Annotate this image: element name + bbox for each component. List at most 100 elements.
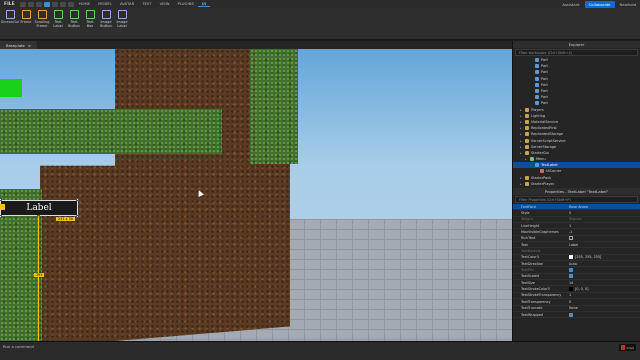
- property-value[interactable]: 0: [569, 300, 640, 304]
- property-value[interactable]: 1: [569, 293, 640, 297]
- assistant-button[interactable]: Assistant: [562, 2, 579, 7]
- play-icon[interactable]: [43, 1, 50, 7]
- insert-text-button-button[interactable]: Text Button: [67, 10, 81, 37]
- property-name: MaxVisibleGraphemes: [521, 230, 559, 235]
- property-value[interactable]: [255, 255, 255]: [569, 255, 640, 260]
- color-swatch[interactable]: [569, 287, 573, 292]
- instance-icon: [540, 169, 544, 174]
- user-menu[interactable]: Newhold: [620, 2, 636, 7]
- color-swatch[interactable]: [569, 255, 573, 260]
- checkbox[interactable]: [569, 274, 573, 279]
- tab-plugins[interactable]: PLUGINS: [174, 1, 198, 7]
- instance-icon: [525, 175, 529, 180]
- property-row[interactable]: TextWrapped: [513, 312, 640, 319]
- instance-icon: [535, 101, 539, 106]
- property-value[interactable]: [569, 312, 640, 317]
- text-label-preview[interactable]: Label: [0, 200, 78, 216]
- ribbon-tool-label: ScreenGui: [1, 20, 19, 24]
- property-value[interactable]: 14: [569, 281, 640, 285]
- property-value[interactable]: [0, 0, 0]: [569, 287, 640, 292]
- explorer-item-label: Lighting: [531, 113, 546, 118]
- tab-avatar[interactable]: AVATAR: [116, 1, 138, 7]
- command-input[interactable]: Run a command: [3, 344, 34, 349]
- property-value[interactable]: Label: [569, 243, 640, 247]
- document-tabs: Baseplate ×: [0, 41, 512, 49]
- property-value[interactable]: None: [569, 306, 640, 310]
- text-box-icon: [85, 10, 95, 19]
- file-menu[interactable]: FILE: [0, 2, 19, 7]
- menubar-right: Assistant Collaborate Newhold: [562, 0, 636, 8]
- explorer-filter-input[interactable]: Filter workspace (Ctrl+Shift+X): [515, 49, 638, 56]
- property-value-text: 1: [569, 223, 572, 228]
- explorer-item-label: MaterialService: [531, 119, 559, 124]
- settings-icon[interactable]: [67, 1, 74, 7]
- property-value-text: [255, 255, 255]: [575, 255, 602, 260]
- property-value-text: 14: [569, 280, 574, 285]
- resize-handle-tr[interactable]: [76, 198, 79, 201]
- insert-frame-button[interactable]: Frame: [19, 10, 33, 37]
- tab-model[interactable]: MODEL: [94, 1, 116, 7]
- undo-icon[interactable]: [27, 1, 34, 7]
- properties-filter-input[interactable]: Filter Properties (Ctrl+Shift+P): [515, 196, 638, 203]
- redo-icon[interactable]: [35, 1, 42, 7]
- instance-icon: [535, 58, 539, 63]
- tab-ui[interactable]: UI: [197, 1, 210, 7]
- checkbox[interactable]: [569, 312, 573, 317]
- checkbox[interactable]: [569, 236, 573, 241]
- resize-handle-bl[interactable]: [0, 215, 2, 218]
- property-value[interactable]: Auto: [569, 262, 640, 266]
- property-name: TextDirection: [521, 261, 544, 266]
- property-value[interactable]: Regular: [569, 217, 640, 221]
- property-name: RichText: [521, 236, 536, 241]
- tab-baseplate[interactable]: Baseplate ×: [0, 41, 38, 49]
- property-value[interactable]: 1: [569, 224, 640, 228]
- 3d-viewport[interactable]: Label 231 x 30 392: [0, 49, 512, 341]
- resize-handle-tl[interactable]: [0, 198, 2, 201]
- checkbox[interactable]: [569, 268, 573, 273]
- explorer-item-label: ReplicatedFirst: [531, 126, 557, 131]
- property-value-text: Regular: [569, 217, 583, 222]
- instance-icon: [535, 70, 539, 75]
- resize-handle-br[interactable]: [76, 215, 79, 218]
- property-value[interactable]: Rose Arrow: [569, 205, 640, 209]
- text-button-icon: [69, 10, 79, 19]
- property-name: TextFits: [521, 268, 534, 273]
- edge-marker: [0, 204, 5, 210]
- instance-icon: [535, 64, 539, 69]
- property-name: Text: [521, 242, 528, 247]
- property-value[interactable]: 0: [569, 211, 640, 215]
- insert-scrolling-frame-button[interactable]: Scrolling Frame: [35, 10, 50, 37]
- property-value[interactable]: [569, 274, 640, 279]
- property-value[interactable]: [569, 236, 640, 241]
- save-icon[interactable]: [19, 1, 26, 7]
- property-value[interactable]: -1: [569, 230, 640, 234]
- property-name: TextStrokeTransparency: [521, 293, 562, 298]
- close-icon[interactable]: ×: [28, 43, 31, 48]
- insert-image-button-button[interactable]: Image Button: [99, 10, 113, 37]
- property-value-text: 1: [569, 293, 572, 298]
- tab-view[interactable]: VIEW: [156, 1, 174, 7]
- insert-text-label-button[interactable]: Text Label: [51, 10, 65, 37]
- explorer-item-label: Part: [541, 101, 548, 106]
- property-name: TextTransparency: [521, 299, 551, 304]
- property-name: TextColor3: [521, 255, 539, 260]
- property-name: LineHeight: [521, 223, 540, 228]
- command-bar: Run a command 0.0/s: [0, 341, 640, 360]
- tab-test[interactable]: TEST: [138, 1, 155, 7]
- property-value[interactable]: [569, 268, 640, 273]
- instance-icon: [525, 144, 529, 149]
- tab-home[interactable]: HOME: [75, 1, 95, 7]
- text-label-text: Label: [26, 203, 52, 213]
- explorer-item-label: TextLabel: [541, 163, 558, 168]
- pause-icon[interactable]: [51, 1, 58, 7]
- image-label-icon: [117, 10, 127, 19]
- stop-icon[interactable]: [59, 1, 66, 7]
- insert-text-box-button[interactable]: Text Box: [83, 10, 97, 37]
- collaborate-button[interactable]: Collaborate: [584, 0, 615, 8]
- instance-icon: [535, 76, 539, 81]
- property-value-text: None: [569, 306, 578, 311]
- insert-screengui-button[interactable]: ScreenGui: [1, 10, 19, 37]
- insert-image-label-button[interactable]: Image Label: [115, 10, 129, 37]
- explorer-item[interactable]: ▸ StarterPlayer: [513, 181, 640, 187]
- screengui-icon: [5, 10, 15, 19]
